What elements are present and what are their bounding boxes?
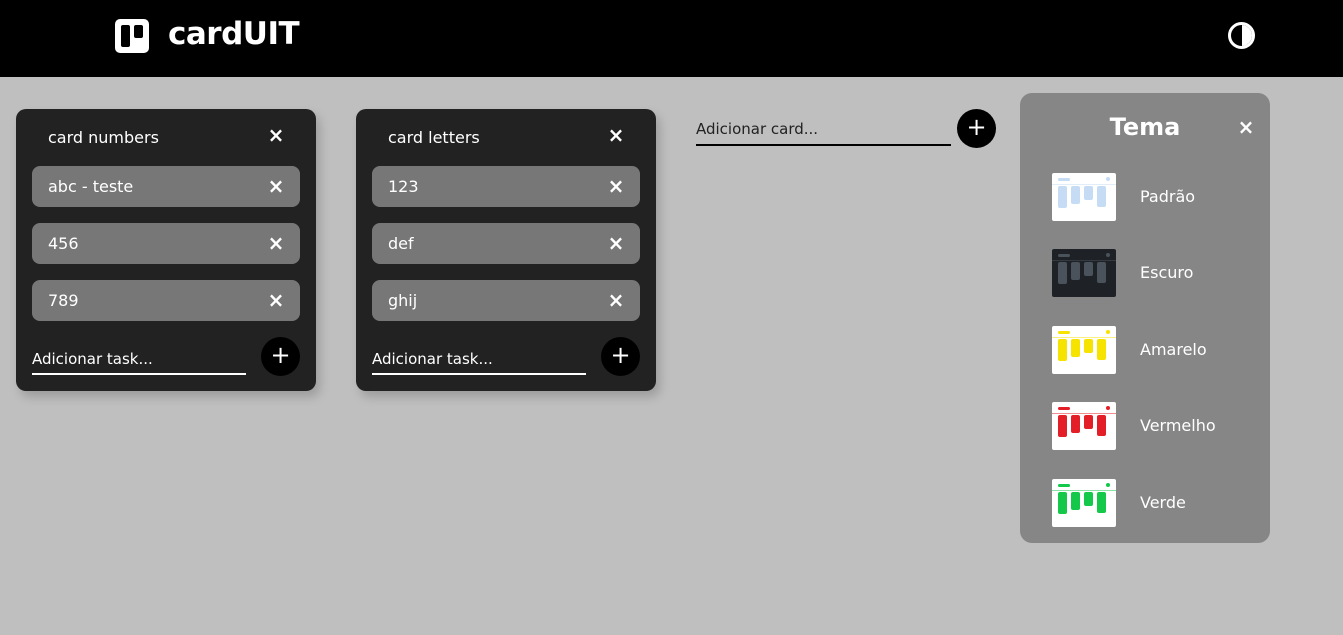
delete-task-icon[interactable]: ×: [266, 290, 286, 310]
theme-panel: Tema × Padrão Escuro Amarelo Vermelho Ve…: [1020, 93, 1270, 543]
close-card-icon[interactable]: ×: [266, 125, 286, 145]
theme-option-verde[interactable]: Verde: [1052, 479, 1252, 527]
card-title: card numbers: [48, 128, 159, 147]
theme-option-escuro[interactable]: Escuro: [1052, 249, 1252, 297]
theme-label: Verde: [1140, 493, 1186, 512]
board-icon: [115, 19, 149, 53]
delete-task-icon[interactable]: ×: [606, 176, 626, 196]
task-item[interactable]: 456 ×: [32, 223, 300, 264]
delete-task-icon[interactable]: ×: [606, 233, 626, 253]
theme-panel-title: Tema: [1109, 113, 1181, 141]
card-numbers: card numbers × abc - teste × 456 × 789 ×…: [16, 109, 316, 391]
add-card-button[interactable]: +: [957, 109, 996, 148]
task-label: ghij: [388, 291, 418, 310]
theme-preview-thumbnail: [1052, 479, 1116, 527]
theme-label: Padrão: [1140, 187, 1196, 206]
add-task-button[interactable]: +: [261, 337, 300, 376]
task-input-wrapper: [32, 345, 246, 375]
delete-task-icon[interactable]: ×: [266, 233, 286, 253]
top-bar: cardUIT: [0, 0, 1343, 77]
task-label: abc - teste: [48, 177, 134, 196]
task-input[interactable]: [372, 345, 586, 373]
theme-option-amarelo[interactable]: Amarelo: [1052, 326, 1252, 374]
add-task-button[interactable]: +: [601, 337, 640, 376]
task-input[interactable]: [32, 345, 246, 373]
task-label: def: [388, 234, 414, 253]
task-item[interactable]: abc - teste ×: [32, 166, 300, 207]
theme-option-vermelho[interactable]: Vermelho: [1052, 402, 1252, 450]
card-letters: card letters × 123 × def × ghij × +: [356, 109, 656, 391]
delete-task-icon[interactable]: ×: [606, 290, 626, 310]
theme-preview-thumbnail: [1052, 173, 1116, 221]
card-input[interactable]: [696, 113, 951, 144]
task-item[interactable]: 123 ×: [372, 166, 640, 207]
task-item[interactable]: def ×: [372, 223, 640, 264]
close-card-icon[interactable]: ×: [606, 125, 626, 145]
brand-title: cardUIT: [168, 16, 300, 52]
theme-label: Vermelho: [1140, 416, 1216, 435]
task-label: 123: [388, 177, 419, 196]
close-theme-panel-icon[interactable]: ×: [1236, 117, 1256, 137]
theme-option-padrao[interactable]: Padrão: [1052, 173, 1252, 221]
theme-label: Escuro: [1140, 263, 1194, 282]
card-input-wrapper: [696, 113, 951, 146]
task-label: 789: [48, 291, 79, 310]
theme-preview-thumbnail: [1052, 249, 1116, 297]
task-label: 456: [48, 234, 79, 253]
delete-task-icon[interactable]: ×: [266, 176, 286, 196]
task-item[interactable]: ghij ×: [372, 280, 640, 321]
theme-preview-thumbnail: [1052, 326, 1116, 374]
theme-preview-thumbnail: [1052, 402, 1116, 450]
card-title: card letters: [388, 128, 480, 147]
task-input-wrapper: [372, 345, 586, 375]
task-item[interactable]: 789 ×: [32, 280, 300, 321]
theme-label: Amarelo: [1140, 340, 1207, 359]
contrast-icon[interactable]: [1228, 22, 1255, 49]
